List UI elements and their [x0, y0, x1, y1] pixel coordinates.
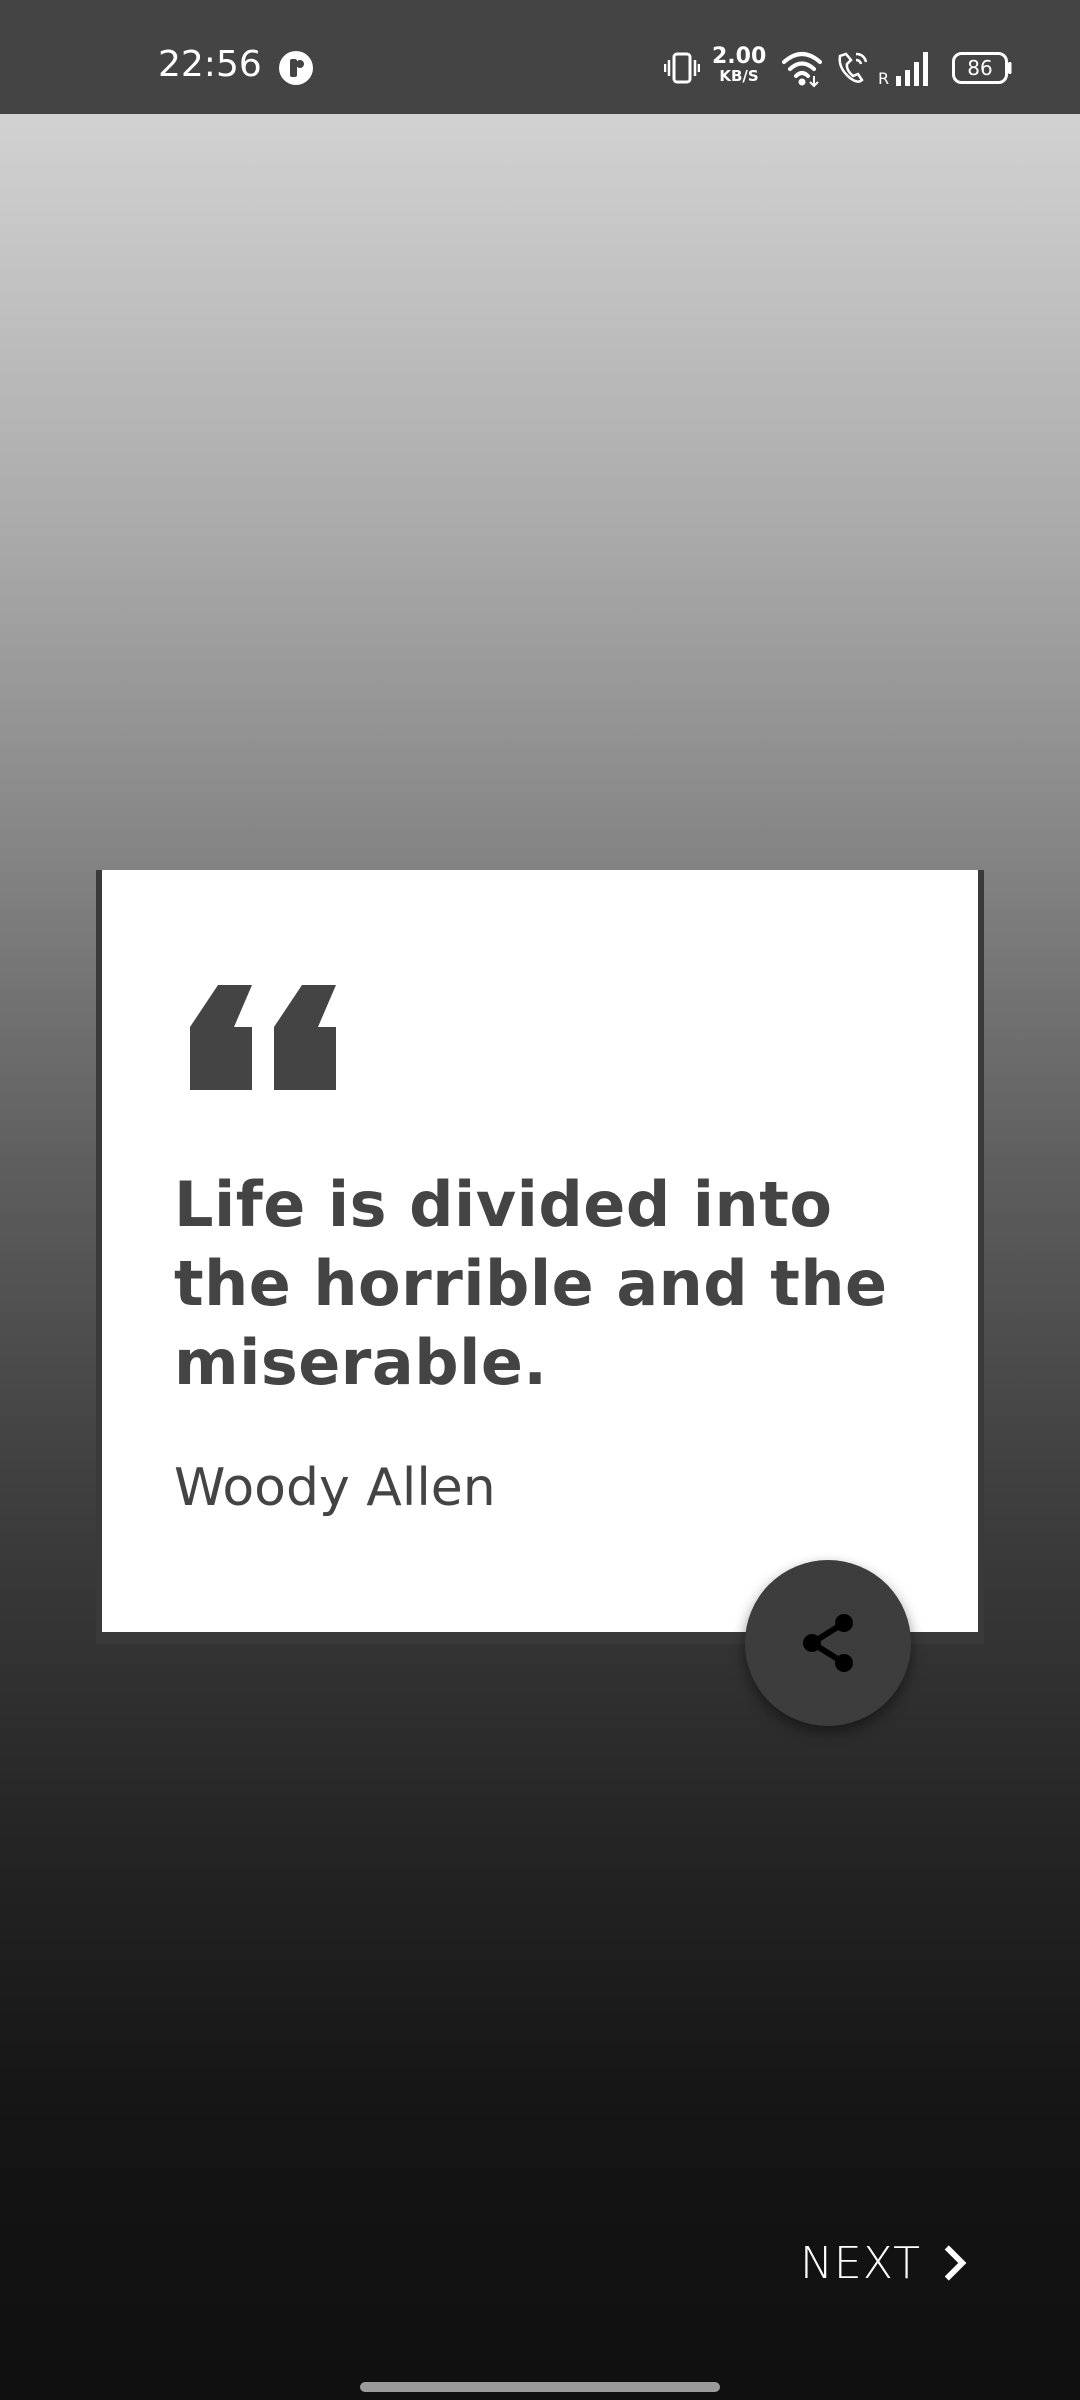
wifi-icon: [782, 52, 822, 88]
share-button[interactable]: [745, 1560, 911, 1726]
battery-icon: 86: [952, 52, 1012, 84]
quote-author: Woody Allen: [174, 1458, 496, 1518]
network-speed-unit: KB/S: [719, 67, 759, 85]
status-time: 22:56: [158, 44, 262, 85]
quote-text: Life is divided into the horrible and th…: [174, 1168, 888, 1399]
next-label: NEXT: [800, 2237, 921, 2289]
signal-icon: R: [878, 52, 928, 88]
home-indicator[interactable]: [360, 2382, 720, 2392]
network-speed-value: 2.00: [712, 44, 767, 69]
share-icon: [803, 1614, 853, 1672]
chevron-right-icon: [944, 2245, 967, 2281]
status-bar: 22:56 2.00 KB/S R 86: [0, 0, 1080, 114]
quote-mark-icon: [190, 985, 336, 1090]
signal-label: R: [878, 69, 889, 88]
app-circle-icon: [279, 51, 313, 85]
vibrate-icon: [664, 52, 700, 84]
wifi-call-icon: [838, 52, 868, 83]
network-speed: 2.00 KB/S: [712, 46, 766, 90]
next-button[interactable]: NEXT: [800, 2228, 970, 2298]
battery-level: 86: [967, 56, 993, 80]
